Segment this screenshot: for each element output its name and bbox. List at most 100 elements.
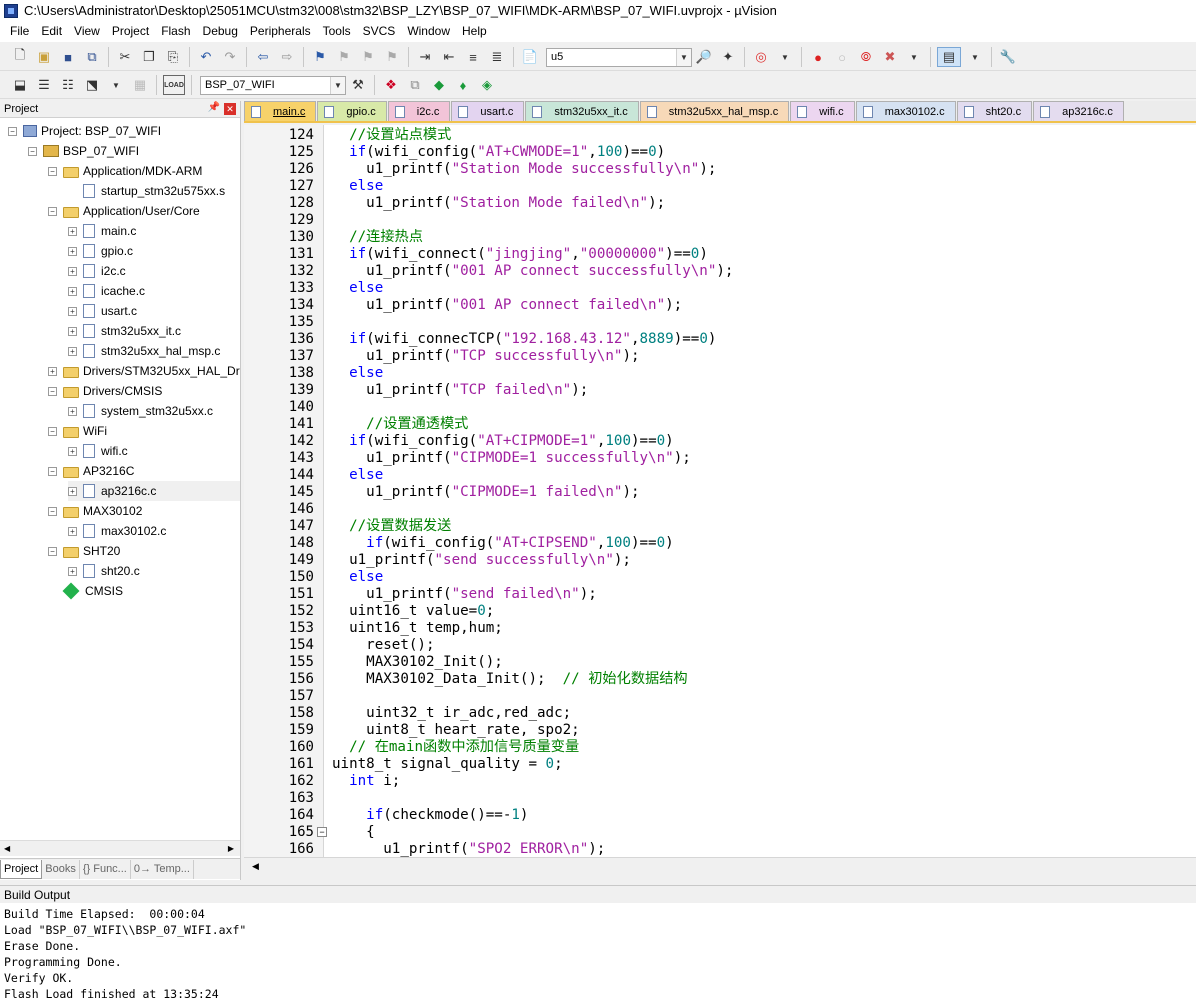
scroll-left-icon[interactable]: ◀ xyxy=(4,844,10,853)
tree-item[interactable]: − Drivers/CMSIS xyxy=(48,381,162,401)
nav-forward-icon[interactable]: ⇨ xyxy=(277,47,297,67)
find-combobox[interactable]: u5 ▼ xyxy=(546,47,692,67)
fold-toggle-icon[interactable]: − xyxy=(317,827,327,837)
debug-session-icon[interactable]: ◎ xyxy=(751,47,771,67)
tree-item[interactable]: + stm32u5xx_hal_msp.c xyxy=(68,341,220,361)
save-all-icon[interactable]: ⧉ xyxy=(82,47,102,67)
tree-item[interactable]: − WiFi xyxy=(48,421,107,441)
save-icon[interactable]: ■ xyxy=(58,47,78,67)
tree-item[interactable]: − SHT20 xyxy=(48,541,120,561)
collapse-icon[interactable]: − xyxy=(48,386,57,396)
manage-project-items-icon[interactable]: ❖ xyxy=(381,75,401,95)
manage-multiproject-icon[interactable]: ⧉ xyxy=(405,75,425,95)
menu-item-flash[interactable]: Flash xyxy=(155,21,196,42)
project-hscrollbar[interactable]: ◀ ▶ xyxy=(0,840,240,856)
tree-item[interactable]: CMSIS xyxy=(48,581,123,601)
pin-icon[interactable]: 📌 xyxy=(208,102,220,113)
tree-item[interactable]: startup_stm32u575xx.s xyxy=(68,181,225,201)
next-bookmark-icon[interactable]: ⚑ xyxy=(358,47,378,67)
file-tab[interactable]: wifi.c xyxy=(790,101,855,121)
expand-icon[interactable]: + xyxy=(68,566,77,576)
tree-item[interactable]: + sht20.c xyxy=(68,561,140,581)
translate-icon[interactable]: ⬓ xyxy=(10,75,30,95)
collapse-icon[interactable]: − xyxy=(28,146,37,156)
collapse-icon[interactable]: − xyxy=(48,206,57,216)
menu-item-project[interactable]: Project xyxy=(106,21,155,42)
menu-item-view[interactable]: View xyxy=(68,21,106,42)
file-tab[interactable]: ap3216c.c xyxy=(1033,101,1124,121)
target-select[interactable]: BSP_07_WIFI ▼ xyxy=(200,75,346,95)
expand-icon[interactable]: + xyxy=(68,246,77,256)
redo-icon[interactable]: ↷ xyxy=(220,47,240,67)
file-tab[interactable]: usart.c xyxy=(451,101,525,121)
menu-item-file[interactable]: File xyxy=(4,21,35,42)
find-in-files-icon[interactable]: 📄 xyxy=(520,47,540,67)
clear-bookmarks-icon[interactable]: ⚑ xyxy=(382,47,402,67)
target-options-icon[interactable]: ⚒ xyxy=(348,75,368,95)
expand-icon[interactable]: + xyxy=(68,326,77,336)
comment-icon[interactable]: ≡ xyxy=(463,47,483,67)
collapse-icon[interactable]: − xyxy=(48,546,57,556)
code-editor[interactable]: 124 125 126 127 128 129 130 131 132 133 134 135 136 1… xyxy=(244,125,1196,857)
bookmark-icon[interactable]: ⚑ xyxy=(310,47,330,67)
tree-item[interactable]: − Project: BSP_07_WIFI xyxy=(8,121,161,141)
breakpoint-icon[interactable]: ● xyxy=(808,47,828,67)
file-tab[interactable]: gpio.c xyxy=(317,101,387,121)
menu-item-peripherals[interactable]: Peripherals xyxy=(244,21,317,42)
tree-item[interactable]: − Application/MDK-ARM xyxy=(48,161,202,181)
expand-icon[interactable]: + xyxy=(68,406,77,416)
kill-breakpoints-icon[interactable]: ✖ xyxy=(880,47,900,67)
file-tab[interactable]: max30102.c xyxy=(855,101,956,121)
tree-item[interactable]: + wifi.c xyxy=(68,441,128,461)
scroll-right-icon[interactable]: ▶ xyxy=(228,844,234,853)
expand-icon[interactable]: + xyxy=(68,266,77,276)
layout-dropdown-icon[interactable]: ▼ xyxy=(965,47,985,67)
paste-icon[interactable]: ⎘ xyxy=(163,47,183,67)
find-icon[interactable]: 🔎 xyxy=(694,47,714,67)
file-tab[interactable]: main.c xyxy=(244,101,317,121)
close-icon[interactable]: ✕ xyxy=(224,103,236,115)
nav-back-icon[interactable]: ⇦ xyxy=(253,47,273,67)
load-icon[interactable]: LOAD xyxy=(163,75,185,95)
chevron-down-icon[interactable]: ▼ xyxy=(330,76,345,94)
menu-item-debug[interactable]: Debug xyxy=(197,21,244,42)
cut-icon[interactable]: ✂ xyxy=(115,47,135,67)
panel-tab-2[interactable]: {} Func... xyxy=(80,859,131,879)
rebuild-icon[interactable]: ☷ xyxy=(58,75,78,95)
tree-item[interactable]: + gpio.c xyxy=(68,241,133,261)
indent-icon[interactable]: ⇥ xyxy=(415,47,435,67)
chevron-down-icon[interactable]: ▼ xyxy=(676,48,691,66)
menu-item-window[interactable]: Window xyxy=(401,21,456,42)
menu-item-tools[interactable]: Tools xyxy=(317,21,357,42)
file-tab[interactable]: stm32u5xx_hal_msp.c xyxy=(639,101,790,121)
incremental-find-icon[interactable]: ✦ xyxy=(718,47,738,67)
file-tab[interactable]: sht20.c xyxy=(956,101,1033,121)
open-folder-icon[interactable]: ▣ xyxy=(34,47,54,67)
collapse-icon[interactable]: − xyxy=(8,126,17,136)
expand-icon[interactable]: + xyxy=(68,446,77,456)
panel-tab-3[interactable]: 0→ Temp... xyxy=(131,859,194,879)
tree-item[interactable]: + system_stm32u5xx.c xyxy=(68,401,213,421)
select-packs-icon[interactable]: ♦ xyxy=(453,75,473,95)
uncomment-icon[interactable]: ≣ xyxy=(487,47,507,67)
batch-build-icon[interactable]: ⬔ xyxy=(82,75,102,95)
bp-dropdown-icon[interactable]: ▼ xyxy=(904,47,924,67)
pack-installer-icon[interactable]: ◈ xyxy=(477,75,497,95)
expand-icon[interactable]: + xyxy=(68,286,77,296)
menu-item-svcs[interactable]: SVCS xyxy=(357,21,402,42)
expand-icon[interactable]: + xyxy=(68,526,77,536)
editor-hscrollbar[interactable]: ◀ xyxy=(244,857,1196,876)
debug-dropdown-icon[interactable]: ▼ xyxy=(775,47,795,67)
collapse-icon[interactable]: − xyxy=(48,426,57,436)
copy-icon[interactable]: ❐ xyxy=(139,47,159,67)
tree-item[interactable]: − AP3216C xyxy=(48,461,134,481)
tree-item[interactable]: + ap3216c.c xyxy=(68,481,240,501)
tree-item[interactable]: + stm32u5xx_it.c xyxy=(68,321,181,341)
undo-icon[interactable]: ↶ xyxy=(196,47,216,67)
menu-item-edit[interactable]: Edit xyxy=(35,21,68,42)
build-icon[interactable]: ☰ xyxy=(34,75,54,95)
tree-item[interactable]: + usart.c xyxy=(68,301,137,321)
window-layout-icon[interactable]: ▤ xyxy=(937,47,961,67)
expand-icon[interactable]: + xyxy=(48,366,57,376)
scroll-left-icon[interactable]: ◀ xyxy=(252,861,259,872)
